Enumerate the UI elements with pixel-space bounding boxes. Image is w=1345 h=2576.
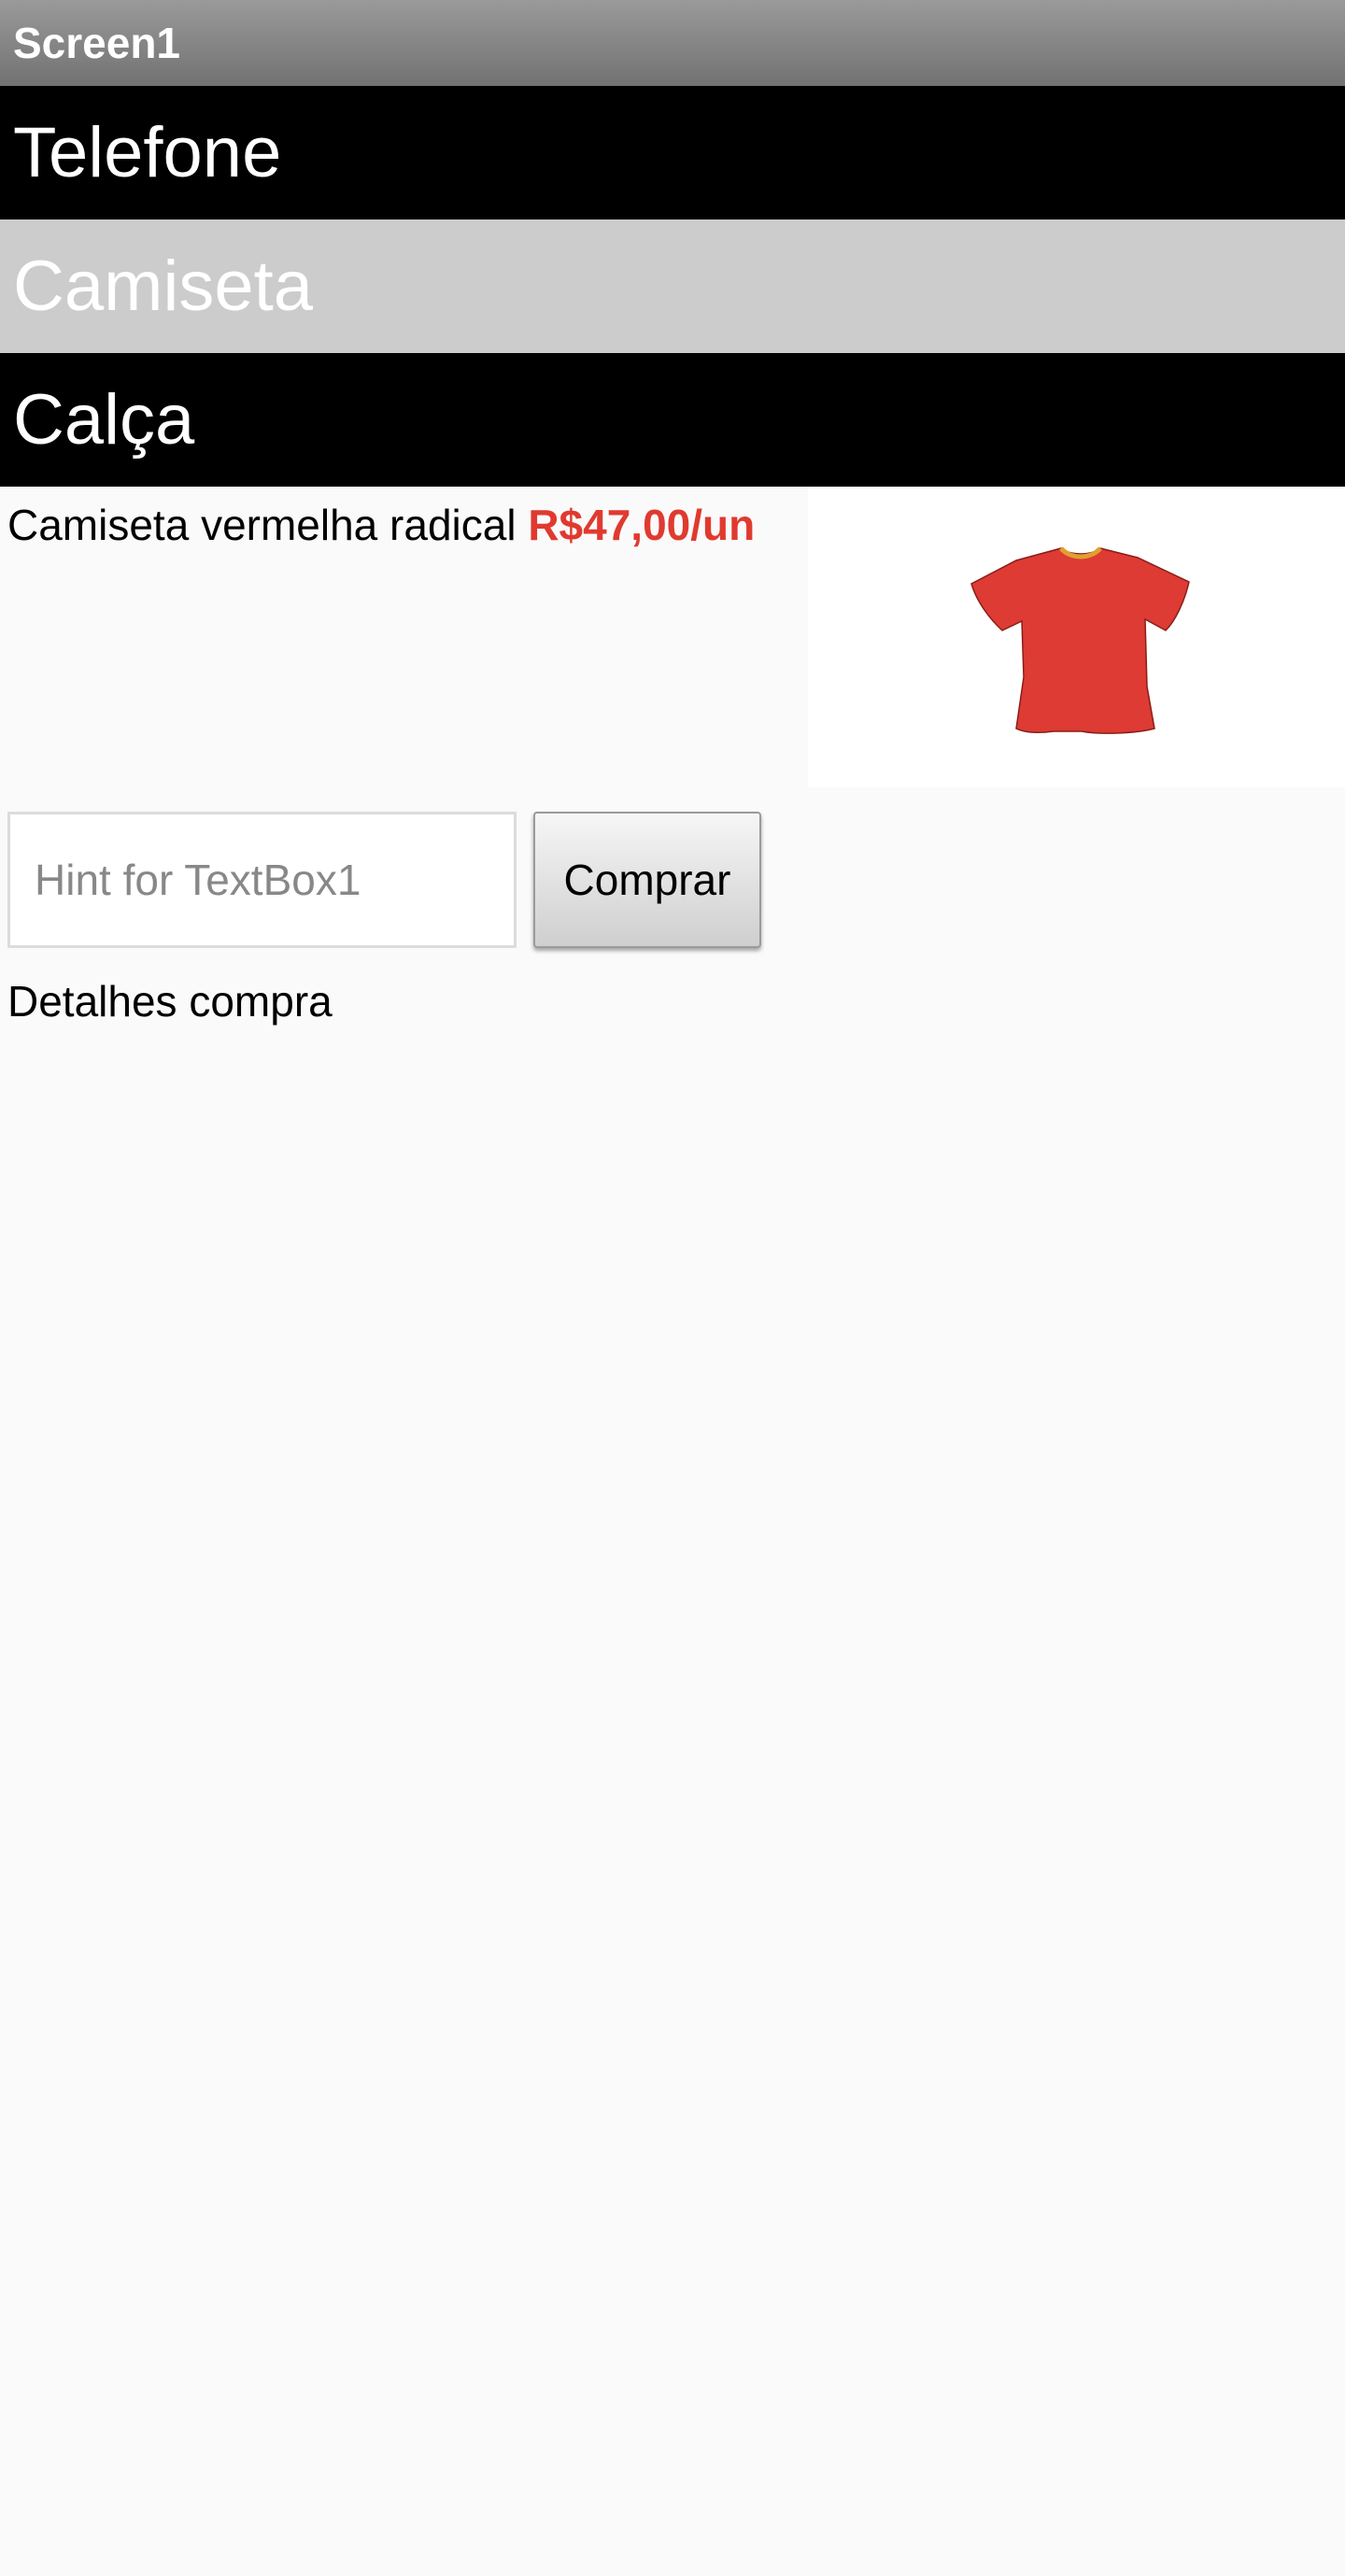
tab-telefone[interactable]: Telefone: [0, 86, 1345, 219]
buy-button[interactable]: Comprar: [533, 812, 761, 948]
product-row: Camiseta vermelha radical R$47,00/un: [0, 487, 1345, 787]
title-bar: Screen1: [0, 0, 1345, 86]
quantity-input[interactable]: [7, 812, 517, 948]
purchase-form: Comprar: [0, 787, 1345, 948]
tab-label: Telefone: [13, 113, 282, 192]
purchase-details-label: Detalhes compra: [7, 977, 333, 1026]
tab-label: Camiseta: [13, 247, 313, 326]
tab-label: Calça: [13, 380, 195, 460]
product-description: Camiseta vermelha radical: [7, 501, 517, 549]
product-image: [808, 487, 1345, 787]
tab-camiseta[interactable]: Camiseta: [0, 219, 1345, 353]
product-price: R$47,00/un: [528, 501, 756, 549]
tab-calca[interactable]: Calça: [0, 353, 1345, 487]
product-info: Camiseta vermelha radical R$47,00/un: [0, 487, 808, 787]
red-tshirt-icon: [970, 545, 1190, 734]
screen-title: Screen1: [13, 19, 181, 67]
